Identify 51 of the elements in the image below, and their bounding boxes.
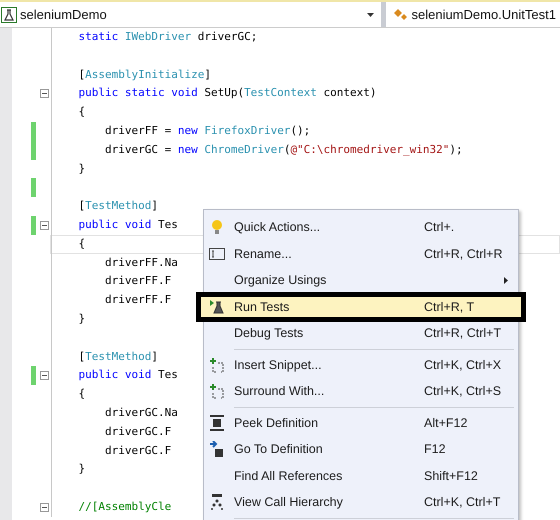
light-bulb-icon [210,219,222,236]
code-line: driverFF.F [104,293,172,306]
code-line: } [77,462,86,476]
peek-icon [210,414,224,431]
code-line: driverFF.F [104,274,172,288]
code-line: driverGC.F [104,444,172,457]
code-line: static IWebDriver driverGC; [77,30,258,43]
menu-item[interactable]: Rename... Ctrl+R, Ctrl+R [204,240,518,267]
collapse-icon[interactable] [40,502,49,512]
menu-item[interactable]: Peek Definition Alt+F12 [204,410,518,436]
menu-item[interactable]: Go To Definition F12 [204,436,518,462]
code-line: { [77,387,86,400]
flask-icon [208,300,224,314]
code-line: public void Tes [77,218,178,231]
class-name: seleniumDemo.UnitTest1 [411,7,556,22]
code-line: public static void SetUp(TestContext context) [77,86,377,100]
menu-item[interactable]: View Call Hierarchy Ctrl+K, Ctrl+T [204,489,518,516]
project-dropdown[interactable]: seleniumDemo [0,2,381,27]
project-name: seleniumDemo [20,7,108,22]
code-line: //[AssemblyCle [77,500,172,513]
code-line: public void Tes [77,368,178,382]
collapse-icon[interactable] [40,220,49,230]
menu-item[interactable]: Surround With... Ctrl+K, Ctrl+S [204,378,518,404]
snippet-icon [208,383,224,400]
code-line: { [77,105,86,118]
collapse-icon[interactable] [40,371,49,380]
menu-item[interactable]: Debug Tests Ctrl+R, Ctrl+T [204,320,518,346]
menu-item[interactable]: Run Tests Ctrl+R, T [198,294,524,320]
code-line: [TestMethod] [77,350,158,363]
code-line: driverGC = new ChromeDriver(@"C:\chromedriver_win32"); [104,142,463,156]
arrow-to-block-icon [210,441,224,458]
code-line: driverGC.Na [104,406,178,419]
code-line: driverFF.Na [104,256,178,269]
class-dropdown[interactable]: seleniumDemo.UnitTest1 [386,2,560,27]
code-line: driverFF = new FirefoxDriver(); [104,124,310,137]
menu-item[interactable]: Insert Snippet... Ctrl+K, Ctrl+X [204,352,518,378]
code-line: } [77,312,86,325]
code-line: [AssemblyInitialize] [77,68,211,81]
snippet-icon [208,356,224,373]
rename-icon [208,248,224,260]
class-icon [392,6,408,22]
menu-item[interactable]: Organize Usings [204,267,518,294]
code-line: { [77,236,86,250]
code-line: [TestMethod] [77,199,158,212]
dropdown-arrow-icon [366,12,374,16]
collapse-icon[interactable] [40,89,49,98]
menu-item[interactable]: Quick Actions... Ctrl+. [204,214,518,240]
menu-item[interactable]: Find All References Shift+F12 [204,462,518,489]
hierarchy-icon [210,494,224,510]
code-line: driverGC.F [104,424,172,438]
code-line: } [77,162,86,175]
